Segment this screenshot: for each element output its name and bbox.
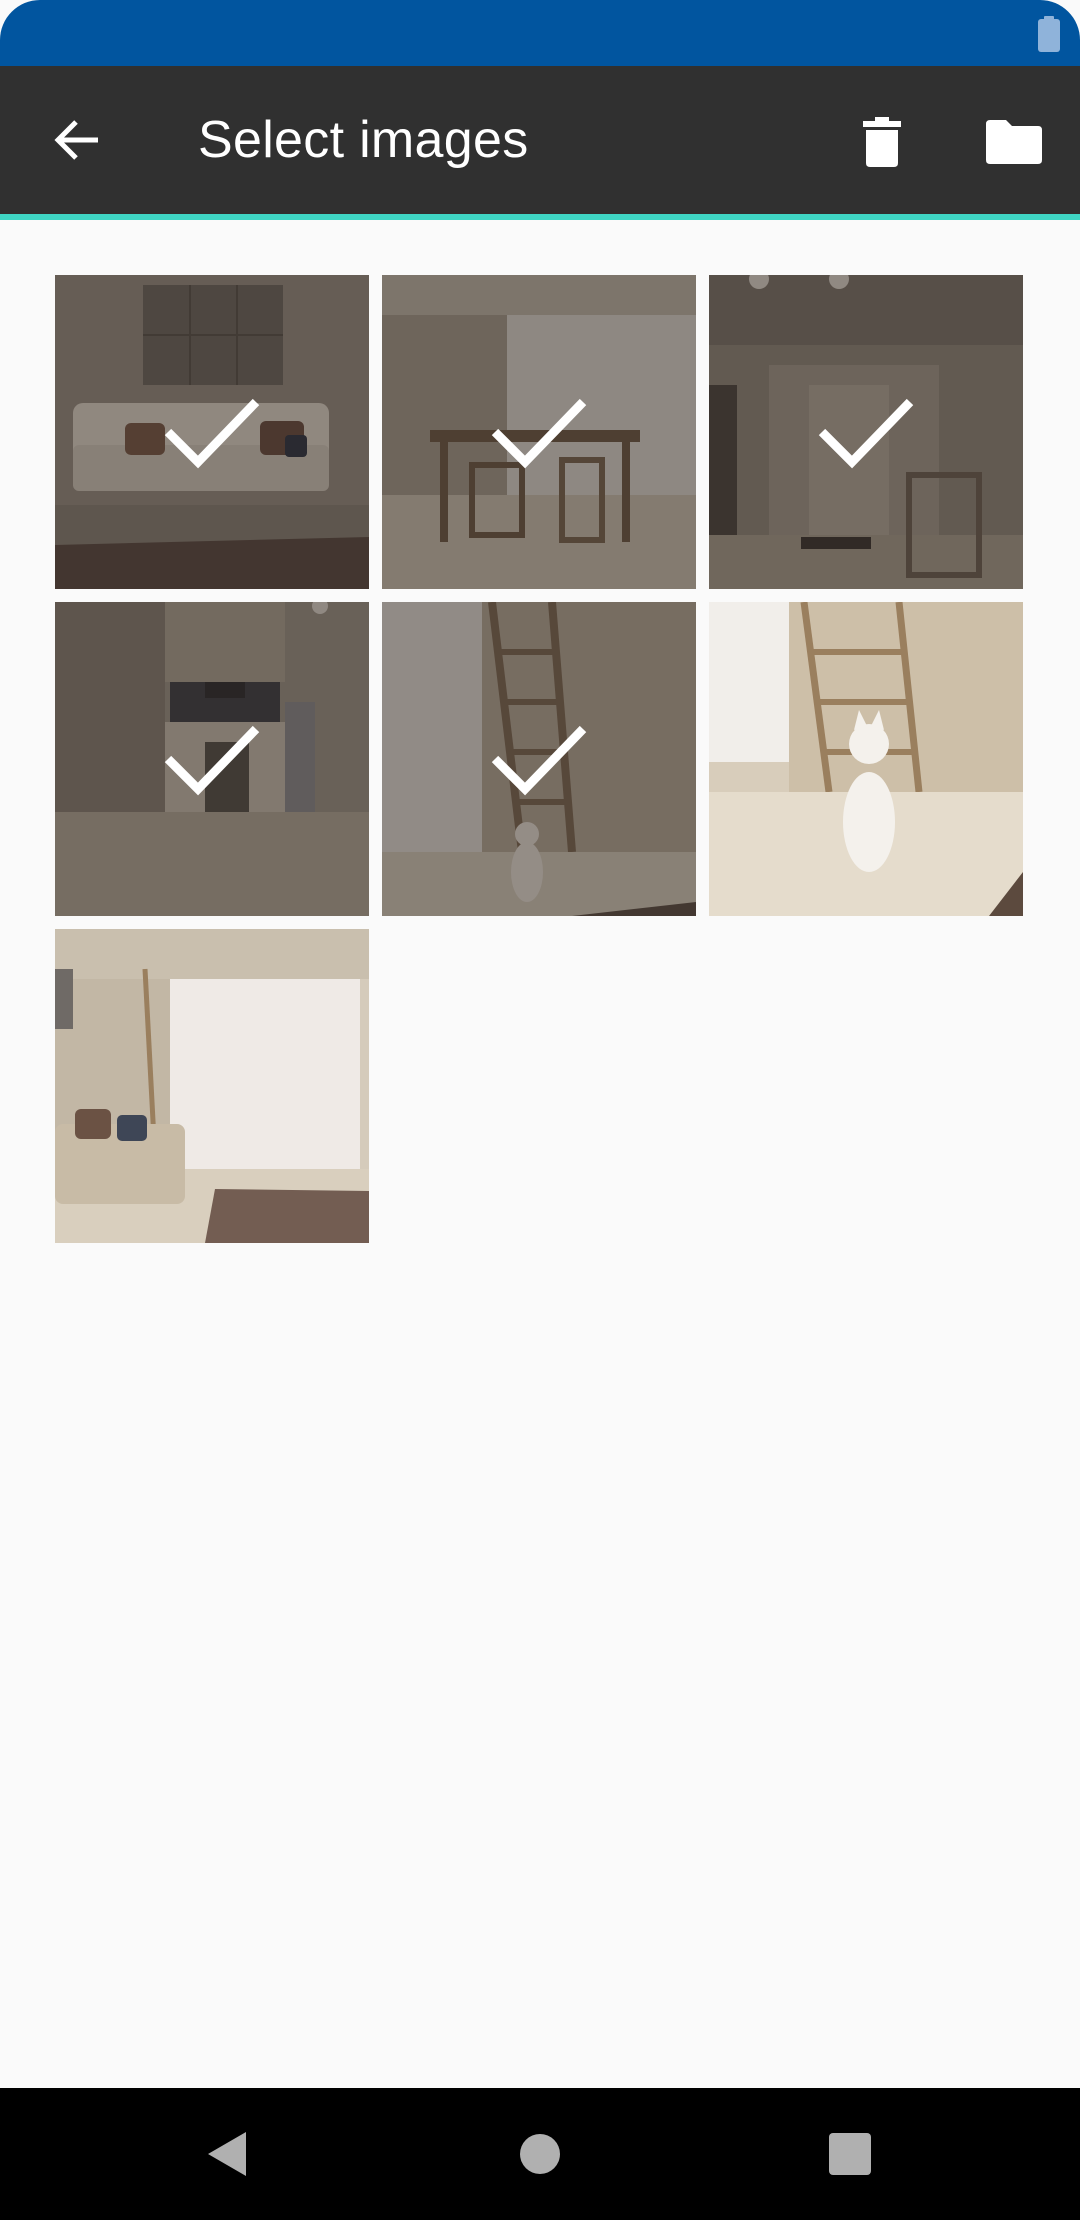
folder-button[interactable]: [978, 108, 1050, 176]
check-icon: [164, 725, 260, 796]
check-icon: [491, 398, 587, 469]
image-thumbnail: [709, 602, 1023, 916]
circle-home-icon: [520, 2134, 560, 2174]
nav-recents-button[interactable]: [822, 2126, 878, 2182]
square-recents-icon: [829, 2133, 871, 2175]
app-bar: Select images: [0, 66, 1080, 214]
image-tile-6[interactable]: [709, 602, 1023, 916]
image-tile-7[interactable]: [55, 929, 369, 1243]
status-bar: [0, 0, 1080, 66]
arrow-back-icon: [54, 120, 98, 160]
delete-button[interactable]: [848, 108, 916, 176]
nav-back-button[interactable]: [198, 2126, 254, 2182]
check-icon: [164, 398, 260, 469]
check-icon: [491, 725, 587, 796]
image-tile-5[interactable]: [382, 602, 696, 916]
app-bar-accent-line: [0, 214, 1080, 220]
battery-icon: [1038, 16, 1060, 52]
nav-home-button[interactable]: [512, 2126, 568, 2182]
image-tile-1[interactable]: [55, 275, 369, 589]
image-tile-3[interactable]: [709, 275, 1023, 589]
check-icon: [818, 398, 914, 469]
image-tile-2[interactable]: [382, 275, 696, 589]
back-button[interactable]: [38, 106, 114, 174]
system-nav-bar: [0, 2088, 1080, 2220]
triangle-back-icon: [208, 2132, 246, 2176]
folder-icon: [986, 120, 1042, 164]
trash-icon: [863, 117, 901, 167]
page-title: Select images: [198, 111, 529, 169]
image-tile-4[interactable]: [55, 602, 369, 916]
image-thumbnail: [55, 929, 369, 1243]
